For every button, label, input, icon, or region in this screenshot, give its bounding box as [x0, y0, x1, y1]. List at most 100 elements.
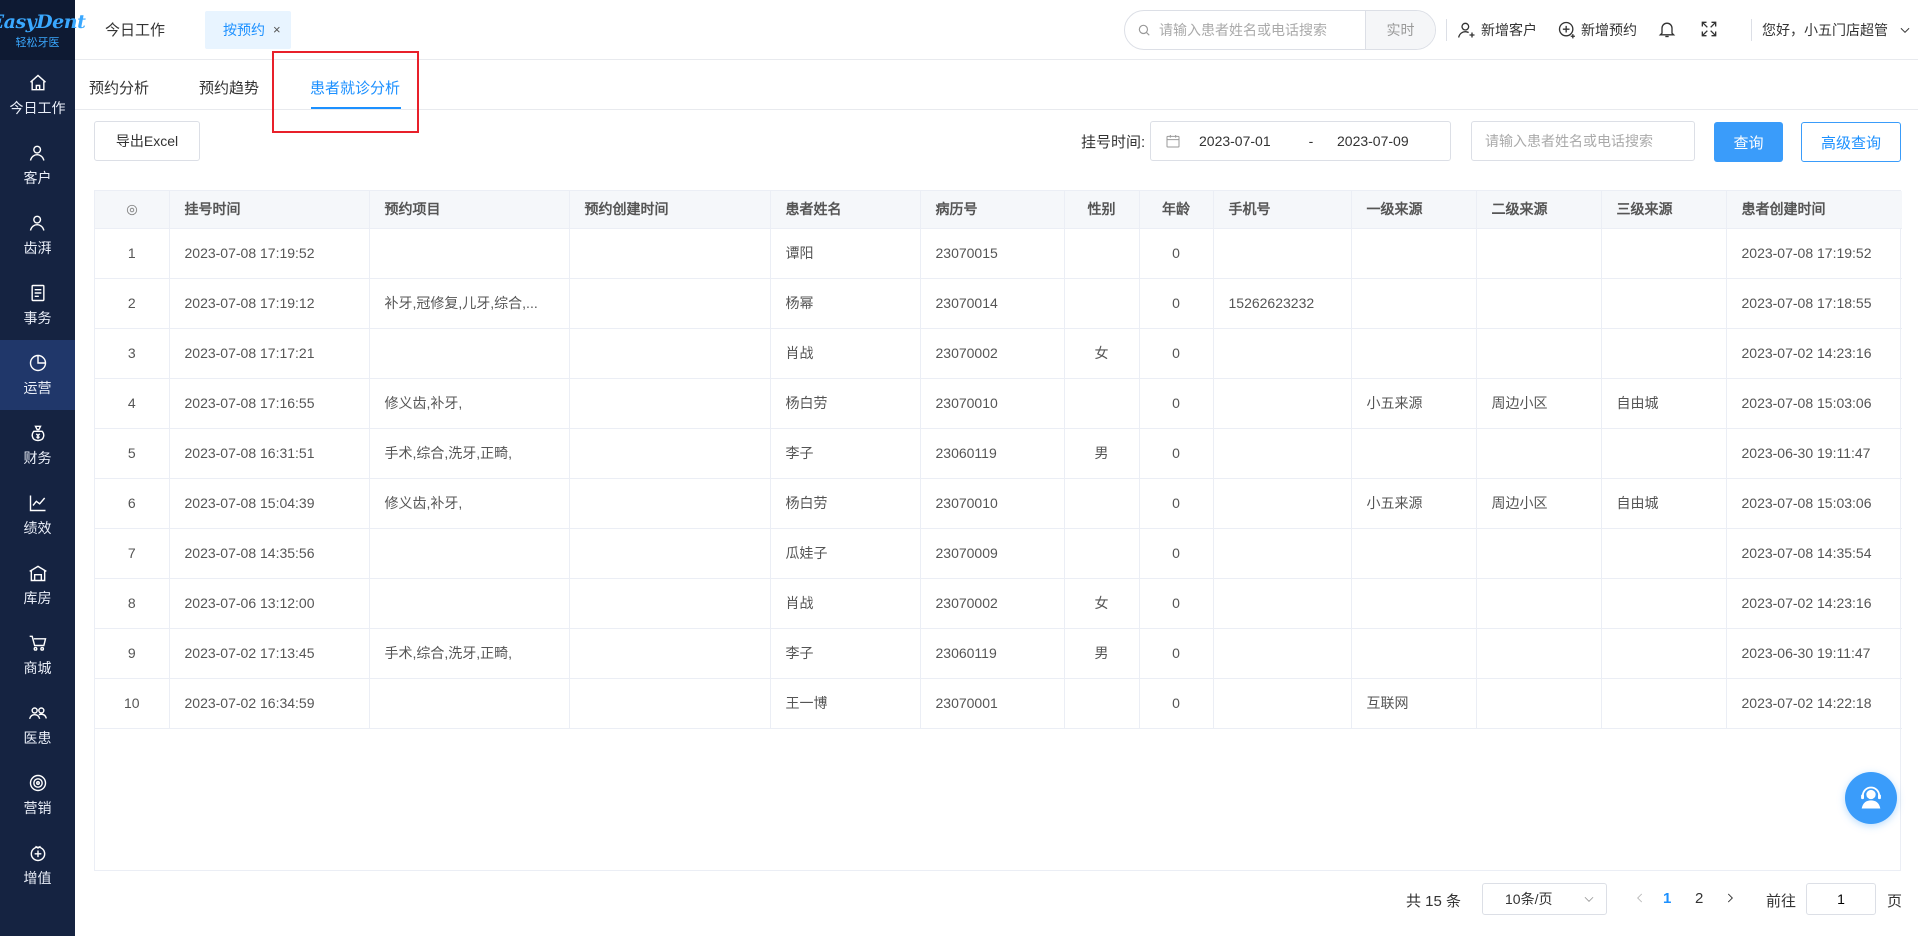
date-start[interactable]: 2023-07-01 — [1199, 133, 1279, 149]
table-cell — [1213, 478, 1352, 529]
table-cell: 0 — [1139, 628, 1214, 679]
tab-patient-visit-analysis[interactable]: 患者就诊分析 — [310, 77, 400, 98]
add-customer-button[interactable]: 新增客户 — [1457, 20, 1537, 40]
column-header[interactable]: 三级来源 — [1601, 191, 1727, 229]
table-cell — [1351, 278, 1477, 329]
table-cell: 杨白劳 — [770, 478, 921, 529]
user-greeting[interactable]: 您好，小五门店超管 — [1762, 20, 1888, 40]
sidebar-item-performance[interactable]: 绩效 — [0, 480, 75, 550]
table-cell — [1213, 578, 1352, 629]
date-end[interactable]: 2023-07-09 — [1337, 133, 1409, 149]
chevron-down-icon[interactable] — [1898, 23, 1912, 37]
table-cell: 李子 — [770, 428, 921, 479]
patient-search-input[interactable] — [1471, 121, 1695, 161]
next-page-icon[interactable] — [1723, 891, 1737, 905]
advanced-query-button[interactable]: 高级查询 — [1801, 122, 1901, 162]
column-header[interactable]: 患者创建时间 — [1726, 191, 1902, 229]
table-cell — [1213, 378, 1352, 429]
table-cell — [1601, 678, 1727, 729]
column-header[interactable]: 一级来源 — [1351, 191, 1477, 229]
table-cell — [1601, 628, 1727, 679]
column-header[interactable]: 预约项目 — [369, 191, 570, 229]
table-cell — [569, 678, 771, 729]
column-header[interactable]: 预约创建时间 — [569, 191, 771, 229]
sidebar-item-mall[interactable]: 商城 — [0, 620, 75, 690]
table-cell — [569, 228, 771, 279]
tab-appointment-analysis[interactable]: 预约分析 — [89, 77, 149, 98]
tab-appointment-trend[interactable]: 预约趋势 — [199, 77, 259, 98]
search-icon — [1138, 24, 1150, 36]
realtime-toggle[interactable]: 实时 — [1365, 11, 1435, 49]
tab-today[interactable]: 今日工作 — [105, 19, 165, 40]
sidebar-item-warehouse[interactable]: 库房 — [0, 550, 75, 620]
table-row[interactable]: 7 2023-07-08 14:35:56 瓜娃子 23070009 0 2023-07-… — [95, 528, 1902, 579]
total-count: 共 15 条 — [1406, 892, 1462, 910]
add-appointment-button[interactable]: 新增预约 — [1557, 20, 1637, 40]
sidebar-item-customer[interactable]: 客户 — [0, 130, 75, 200]
sidebar-item-marketing[interactable]: 营销 — [0, 760, 75, 830]
table-row[interactable]: 5 2023-07-08 16:31:51 手术,综合,洗牙,正畸, 李子 230601… — [95, 428, 1902, 479]
table-cell: 0 — [1139, 428, 1214, 479]
table-cell: 2023-07-02 17:13:45 — [169, 628, 370, 679]
table-cell: 0 — [1139, 328, 1214, 379]
table-row[interactable]: 3 2023-07-08 17:17:21 肖战 23070002 女 0 2023-07-… — [95, 328, 1902, 379]
table-row[interactable]: 2 2023-07-08 17:19:12 补牙,冠修复,儿牙,综合,... 杨幂 23… — [95, 278, 1902, 329]
table-cell: 修义齿,补牙, — [369, 478, 570, 529]
page-size-select[interactable]: 10条/页 — [1482, 883, 1607, 915]
date-range-picker[interactable]: 2023-07-01 - 2023-07-09 — [1150, 121, 1451, 161]
sidebar-item-operations[interactable]: 运营 — [0, 340, 75, 410]
tab-by-appointment[interactable]: 按预约 × — [205, 10, 291, 49]
customer-service-button[interactable] — [1845, 772, 1897, 824]
table-row[interactable]: 10 2023-07-02 16:34:59 王一博 23070001 0 互联网 2023… — [95, 678, 1902, 729]
row-index-cell: 3 — [95, 328, 170, 379]
sidebar-item-label: 绩效 — [23, 520, 52, 536]
close-icon[interactable]: × — [273, 22, 281, 37]
table-cell: 肖战 — [770, 328, 921, 379]
top-bar: 今日工作 按预约 × 实时 新增客户 新增预约 您好，小五门店超管 — [75, 0, 1918, 60]
column-settings-icon[interactable] — [95, 191, 170, 229]
logo[interactable]: EasyDent 轻松牙医 — [0, 0, 86, 60]
table-row[interactable]: 1 2023-07-08 17:19:52 谭阳 23070015 0 2023-07-0… — [95, 228, 1902, 279]
table-cell — [1213, 628, 1352, 679]
export-excel-button[interactable]: 导出Excel — [94, 121, 200, 161]
page-number-2[interactable]: 2 — [1695, 890, 1703, 907]
money-bag-icon — [27, 422, 49, 444]
column-header[interactable]: 挂号时间 — [169, 191, 370, 229]
column-header[interactable]: 病历号 — [920, 191, 1065, 229]
table-row[interactable]: 6 2023-07-08 15:04:39 修义齿,补牙, 杨白劳 23070010 0 小… — [95, 478, 1902, 529]
column-header[interactable]: 二级来源 — [1476, 191, 1602, 229]
sidebar-item-finance[interactable]: 财务 — [0, 410, 75, 480]
goto-page-input[interactable] — [1806, 883, 1876, 915]
global-search-input[interactable] — [1159, 22, 1359, 38]
sidebar-item-today[interactable]: 今日工作 — [0, 60, 75, 130]
table-cell — [1351, 628, 1477, 679]
bell-icon[interactable] — [1657, 19, 1679, 41]
page-number-1[interactable]: 1 — [1663, 890, 1671, 907]
sidebar-item-affairs[interactable]: 事务 — [0, 270, 75, 340]
table-cell: 2023-06-30 19:11:47 — [1726, 428, 1902, 479]
table-cell — [1476, 678, 1602, 729]
sidebar-item-value-added[interactable]: 增值 — [0, 830, 75, 900]
table-cell: 2023-07-08 14:35:56 — [169, 528, 370, 579]
date-filter-label: 挂号时间: — [1081, 134, 1146, 151]
table-row[interactable]: 9 2023-07-02 17:13:45 手术,综合,洗牙,正畸, 李子 230601… — [95, 628, 1902, 679]
sidebar-item-doctor-patient[interactable]: 医患 — [0, 690, 75, 760]
target-icon — [27, 772, 49, 794]
fullscreen-icon[interactable] — [1699, 19, 1721, 41]
table-row[interactable]: 4 2023-07-08 17:16:55 修义齿,补牙, 杨白劳 23070010 0 小… — [95, 378, 1902, 429]
column-header[interactable]: 手机号 — [1213, 191, 1352, 229]
table-row[interactable]: 8 2023-07-06 13:12:00 肖战 23070002 女 0 2023-07-… — [95, 578, 1902, 629]
table-cell — [369, 328, 570, 379]
column-header[interactable]: 患者姓名 — [770, 191, 921, 229]
column-header[interactable]: 年龄 — [1139, 191, 1214, 229]
query-button[interactable]: 查询 — [1714, 122, 1783, 162]
table-cell: 2023-06-30 19:11:47 — [1726, 628, 1902, 679]
table-cell: 互联网 — [1351, 678, 1477, 729]
sidebar-item-chipai[interactable]: 齿湃 — [0, 200, 75, 270]
prev-page-icon[interactable] — [1633, 891, 1647, 905]
row-index-cell: 1 — [95, 228, 170, 279]
sidebar-item-label: 客户 — [23, 170, 52, 186]
row-index-cell: 10 — [95, 678, 170, 729]
column-header[interactable]: 性别 — [1064, 191, 1140, 229]
table-cell: 23070010 — [920, 478, 1065, 529]
